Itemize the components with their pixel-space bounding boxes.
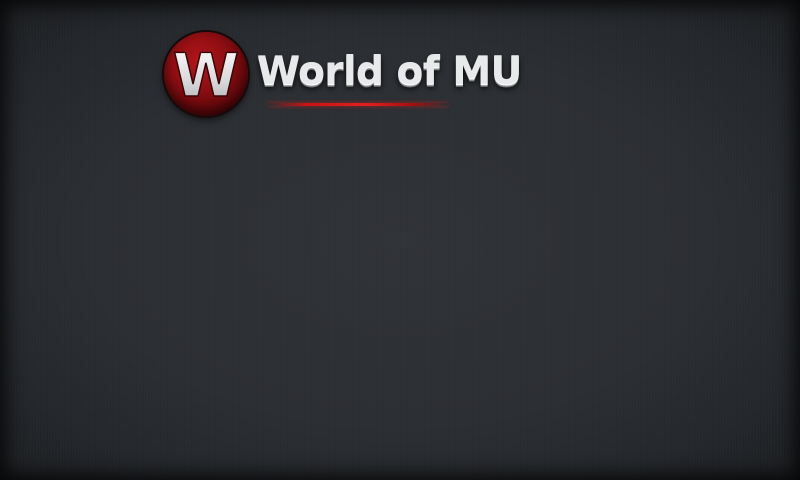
splash-screen: W World of MU	[0, 0, 800, 480]
logo-letter-glyph: W	[172, 40, 240, 112]
app-logo: W World of MU	[164, 32, 522, 116]
logo-letter: W	[173, 41, 239, 111]
app-title: World of MU	[257, 49, 522, 94]
w-monogram-icon: W	[164, 32, 248, 116]
title-underline	[268, 103, 448, 106]
